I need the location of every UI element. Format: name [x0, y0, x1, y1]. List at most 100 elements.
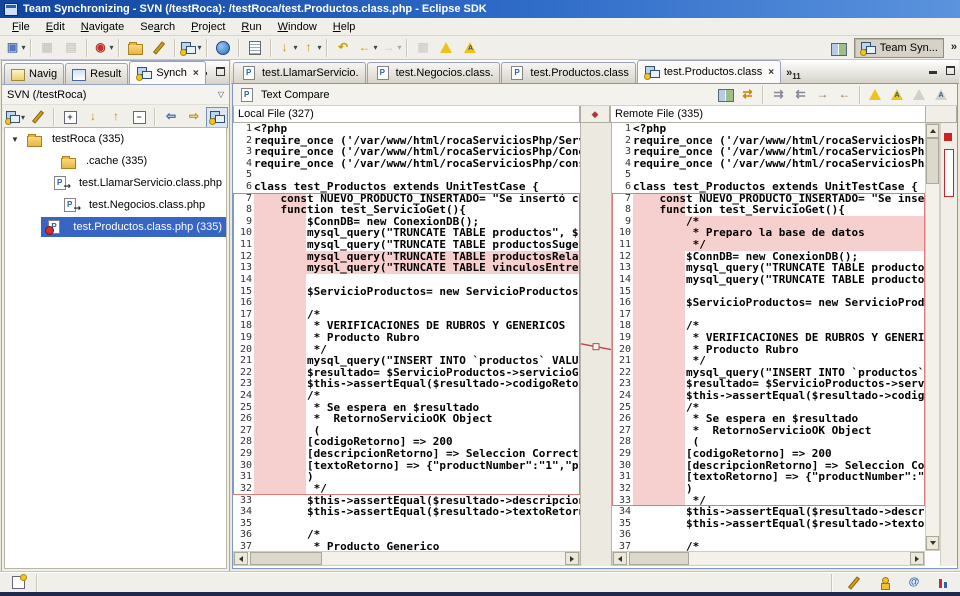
menu-file[interactable]: File: [4, 20, 38, 34]
copy-current-right-to-left-button[interactable]: ←: [834, 84, 855, 105]
scroll-track[interactable]: [926, 138, 939, 536]
statusbar-link-icon[interactable]: @: [902, 572, 926, 594]
menu-window[interactable]: Window: [270, 20, 325, 34]
remote-file-pane[interactable]: 1<?php2require_once ('/var/www/html/roca…: [612, 123, 925, 551]
maximize-button[interactable]: [213, 65, 227, 78]
open-document-button[interactable]: [243, 37, 267, 59]
synchronize-button[interactable]: ▾: [179, 37, 203, 59]
expand-all-button[interactable]: +: [59, 107, 81, 128]
next-annotation-button[interactable]: ↓▾: [275, 37, 299, 59]
remote-horizontal-scrollbar[interactable]: [612, 551, 925, 566]
sync-tree[interactable]: ▼testRoca (335).cache (335)test.LlamarSe…: [4, 127, 227, 569]
window-title: Team Synchronizing - SVN (/testRoca): /t…: [23, 3, 487, 15]
menu-help[interactable]: Help: [325, 20, 364, 34]
scroll-right-button[interactable]: [565, 552, 579, 565]
next-change-button[interactable]: ↓: [82, 107, 104, 128]
scroll-track[interactable]: [248, 552, 565, 565]
editor-overflow-chevron[interactable]: »11: [786, 67, 801, 81]
scroll-thumb[interactable]: [250, 552, 322, 565]
statusbar-pencil-icon[interactable]: [842, 572, 866, 594]
open-folder-button[interactable]: [123, 37, 147, 59]
line-number: 2: [612, 135, 631, 147]
local-file-pane[interactable]: 1<?php2require_once ('/var/www/html/roca…: [233, 123, 580, 551]
mark-occurrences-button[interactable]: [147, 37, 171, 59]
local-horizontal-scrollbar[interactable]: [233, 551, 580, 566]
outgoing-mode-button[interactable]: ⇨: [183, 107, 205, 128]
remote-vertical-scrollbar[interactable]: [925, 123, 940, 551]
editor-tab-productos[interactable]: test.Productos.class: [501, 62, 635, 83]
down-icon: ↓: [85, 109, 101, 125]
collapse-all-button[interactable]: −: [128, 107, 150, 128]
pen-icon: [153, 41, 165, 54]
diff-connector[interactable]: [581, 123, 611, 543]
overview-conflict-marker[interactable]: [944, 133, 952, 141]
previous-difference-button[interactable]: A: [887, 84, 908, 105]
collapse-caret-icon[interactable]: ▼: [7, 135, 23, 144]
maximize-button[interactable]: [943, 64, 957, 77]
pin-view-button[interactable]: [27, 107, 49, 128]
scroll-thumb[interactable]: [926, 138, 939, 184]
menu-run[interactable]: Run: [233, 20, 269, 34]
overview-ruler[interactable]: [940, 123, 957, 566]
menu-search[interactable]: Search: [132, 20, 183, 34]
next-difference-button[interactable]: [865, 84, 886, 105]
incoming-mode-button[interactable]: ⇦: [160, 107, 182, 128]
perspective-overflow-chevron[interactable]: »: [951, 41, 957, 53]
menu-navigate[interactable]: Navigate: [73, 20, 132, 34]
editor-tab-negocios[interactable]: test.Negocios.class.: [367, 62, 501, 83]
tab-synchronize[interactable]: Synch×: [129, 61, 205, 84]
editor-tab-llamarservicio[interactable]: test.LlamarServicio.: [233, 62, 366, 83]
tree-item[interactable]: test.Productos.class.php (335): [5, 216, 226, 238]
scroll-thumb[interactable]: [629, 552, 689, 565]
save-button[interactable]: ▦: [35, 37, 59, 59]
pixel-grid-button[interactable]: ▦: [411, 37, 435, 59]
overview-diff-marker[interactable]: [944, 149, 954, 197]
copy-current-left-to-right-button[interactable]: →: [812, 84, 833, 105]
new-wizard-button[interactable]: ▣▾: [3, 37, 27, 59]
statusbar-progress-icon[interactable]: [932, 572, 956, 594]
open-perspective-button[interactable]: [827, 37, 851, 59]
print-button[interactable]: ▤: [59, 37, 83, 59]
two-way-compare-button[interactable]: [715, 84, 736, 105]
tree-item[interactable]: ▼testRoca (335): [5, 128, 226, 150]
team-synchronizing-perspective-button[interactable]: Team Syn...: [854, 38, 944, 58]
copy-all-right-to-left-button[interactable]: ⇇: [790, 84, 811, 105]
minimize-button[interactable]: [926, 64, 940, 77]
close-icon[interactable]: ×: [193, 68, 199, 79]
both-mode-button[interactable]: [206, 107, 228, 128]
copy-all-left-to-right-button[interactable]: ⇉: [768, 84, 789, 105]
next-change-button[interactable]: [909, 84, 930, 105]
fast-view-button[interactable]: [12, 576, 25, 589]
tree-item[interactable]: test.Negocios.class.php: [5, 194, 226, 216]
tree-item[interactable]: .cache (335): [5, 150, 226, 172]
tab-result[interactable]: Result: [65, 63, 128, 84]
back-button[interactable]: ←▾: [355, 37, 379, 59]
next-difference-button[interactable]: [435, 37, 459, 59]
scroll-left-button[interactable]: [613, 552, 627, 565]
close-icon[interactable]: ×: [768, 67, 774, 78]
code-text: /*: [254, 390, 320, 402]
previous-difference-button[interactable]: A: [459, 37, 483, 59]
tab-navigator[interactable]: Navig: [4, 63, 64, 84]
previous-annotation-button[interactable]: ↑▾: [299, 37, 323, 59]
last-edit-location-button[interactable]: ↶: [331, 37, 355, 59]
tree-item-label: test.Productos.class.php (335): [68, 221, 222, 233]
synchronize-button[interactable]: ▾: [4, 107, 26, 128]
scroll-track[interactable]: [627, 552, 910, 565]
menu-project[interactable]: Project: [183, 20, 233, 34]
statusbar-user-icon[interactable]: [872, 572, 896, 594]
previous-change-button[interactable]: ↑: [105, 107, 127, 128]
menu-edit[interactable]: Edit: [38, 20, 73, 34]
open-web-browser-button[interactable]: [211, 37, 235, 59]
scroll-right-button[interactable]: [910, 552, 924, 565]
editor-tab-productos-compare[interactable]: test.Productos.class×: [637, 60, 781, 83]
tree-item[interactable]: test.LlamarServicio.class.php: [5, 172, 226, 194]
scroll-down-button[interactable]: [926, 536, 939, 550]
previous-change-button[interactable]: A: [931, 84, 952, 105]
swap-left-right-button[interactable]: ⇄: [737, 84, 758, 105]
forward-button[interactable]: →▾: [379, 37, 403, 59]
run-external-tools-button[interactable]: ◉▾: [91, 37, 115, 59]
view-menu-icon[interactable]: ▽: [218, 90, 224, 99]
scroll-up-button[interactable]: [926, 124, 939, 138]
scroll-left-button[interactable]: [234, 552, 248, 565]
